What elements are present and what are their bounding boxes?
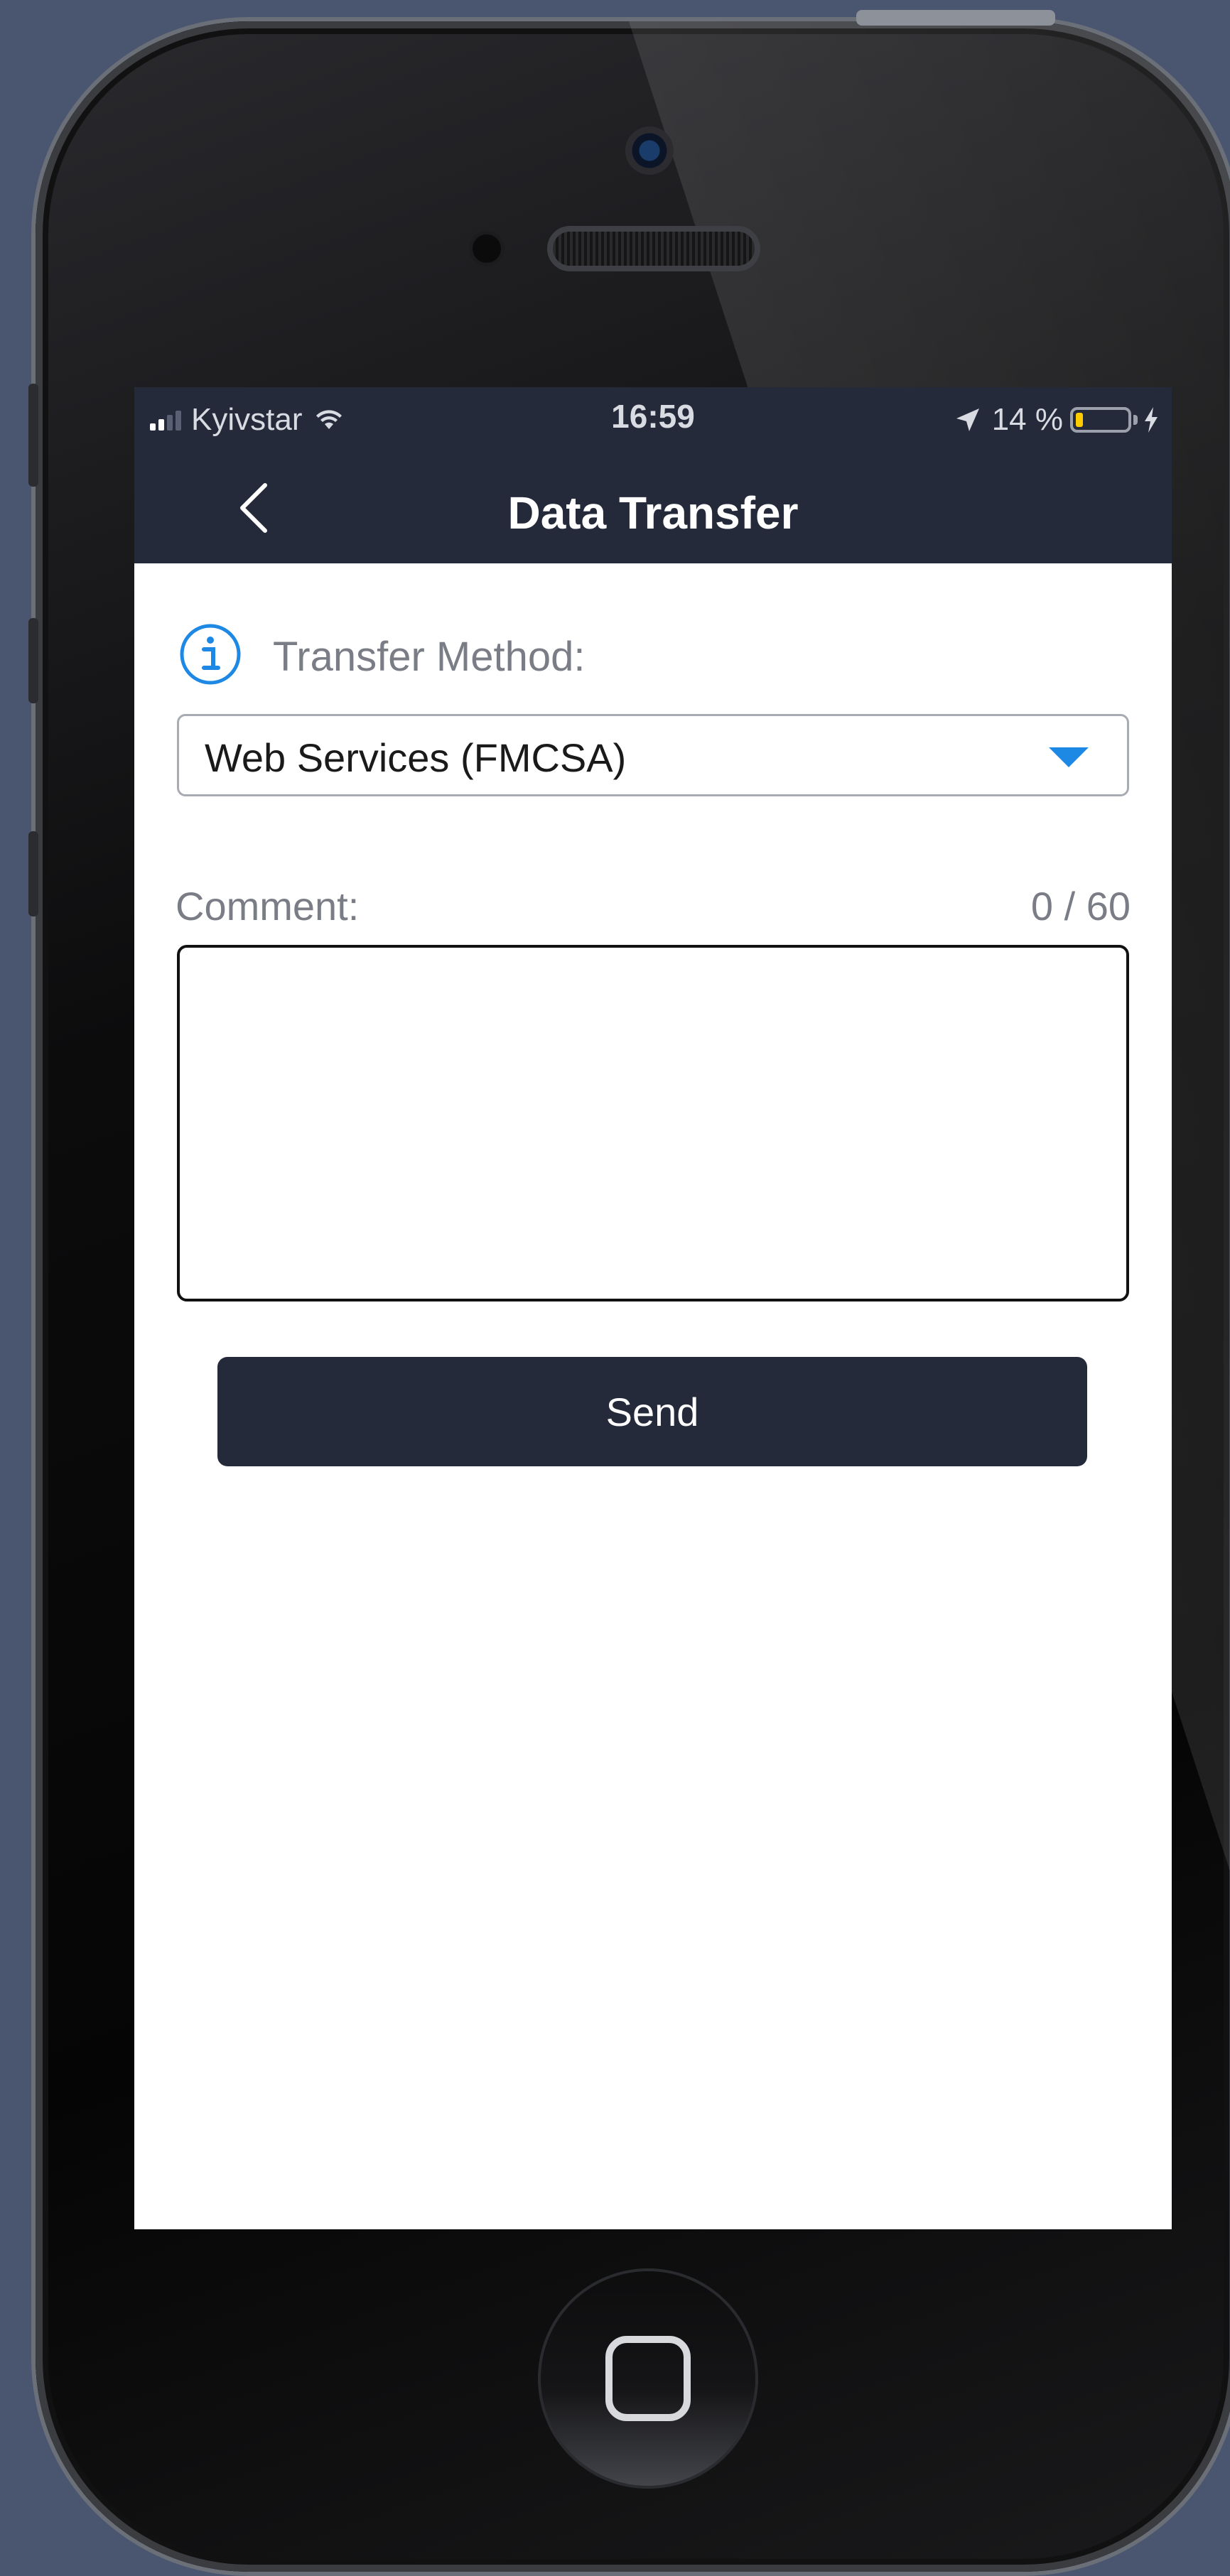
- volume-up-button: [28, 618, 38, 703]
- battery-level: [1076, 413, 1083, 427]
- navigation-bar: Data Transfer: [134, 451, 1172, 563]
- location-arrow-icon: [956, 408, 979, 431]
- mute-switch: [28, 384, 38, 487]
- app-screen: Kyivstar 16:59 14 % Data Transfer Transf…: [134, 387, 1172, 2229]
- home-button[interactable]: [538, 2268, 758, 2489]
- transfer-method-label: Transfer Method:: [273, 634, 586, 680]
- comment-textarea[interactable]: [177, 945, 1129, 1301]
- sleep-button: [856, 10, 1055, 26]
- proximity-sensor: [469, 231, 505, 266]
- comment-label: Comment:: [176, 884, 360, 929]
- battery-percent: 14 %: [991, 402, 1063, 437]
- battery-icon: [1070, 407, 1131, 433]
- battery-cap: [1133, 415, 1138, 425]
- transfer-method-select[interactable]: Web Services (FMCSA): [177, 714, 1129, 796]
- bolt-icon: [1145, 407, 1158, 433]
- page-title: Data Transfer: [507, 487, 799, 539]
- status-bar: Kyivstar 16:59 14 %: [134, 387, 1172, 451]
- home-square-icon: [605, 2336, 691, 2421]
- send-button[interactable]: Send: [217, 1357, 1087, 1466]
- earpiece-speaker: [547, 226, 760, 271]
- status-right: 14 %: [954, 399, 1159, 441]
- caret-down-icon: [1049, 747, 1089, 767]
- comment-character-counter: 0 / 60: [1030, 884, 1131, 929]
- front-camera: [625, 126, 674, 175]
- info-icon[interactable]: [178, 622, 242, 686]
- transfer-method-value: Web Services (FMCSA): [205, 735, 627, 780]
- volume-down-button: [28, 831, 38, 916]
